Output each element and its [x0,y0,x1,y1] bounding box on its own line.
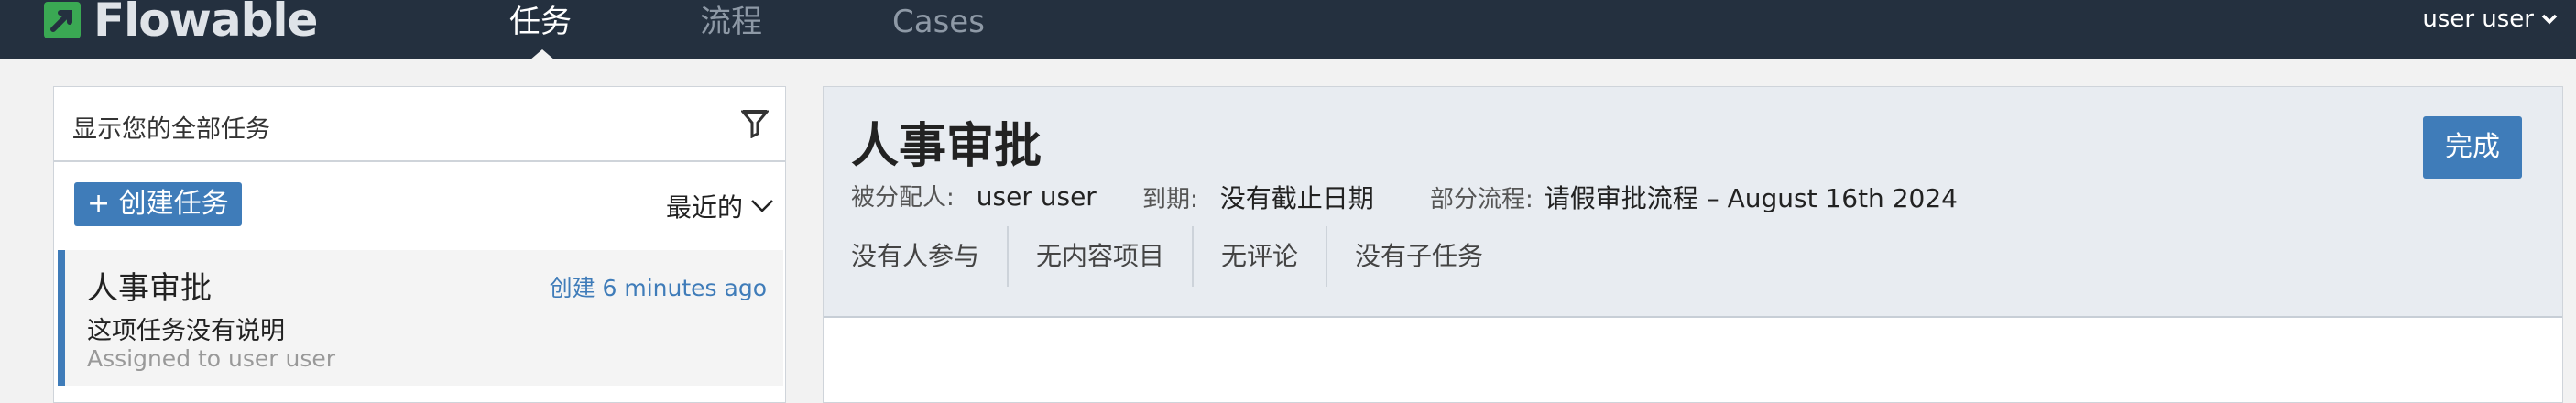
process-label: 部分流程: [1430,186,1534,213]
logo-text: Flowable [93,0,318,47]
task-item-assigned: Assigned to user user [87,345,336,372]
task-filter-label: 显示您的全部任务 [72,115,270,144]
task-item-title: 人事审批 [87,270,212,307]
detail-tabs: 没有人参与 无内容项目 无评论 没有子任务 [824,226,1511,287]
chevron-down-icon [751,200,773,212]
task-detail-title: 人事审批 [851,119,1042,174]
user-menu[interactable]: user user [2422,5,2558,33]
nav-tab-processes[interactable]: 流程 [700,0,762,48]
top-navbar: Flowable 任务 流程 Cases user user [0,0,2576,60]
flowable-logo[interactable]: Flowable [42,0,318,47]
assignee-value: user user [976,181,1097,212]
assignee-label: 被分配人: [851,184,955,212]
nav-tab-tasks[interactable]: 任务 [509,0,572,48]
create-task-button[interactable]: + 创建任务 [74,182,242,226]
user-name: user user [2422,5,2534,33]
process-value[interactable]: 请假审批流程 – August 16th 2024 [1545,183,1958,213]
task-detail-header: 人事审批 完成 被分配人: user user 到期: 没有截止日期 部分流程: 请假… [824,87,2562,318]
task-filter-bar[interactable]: 显示您的全部任务 [54,87,785,162]
flowable-logo-icon [44,2,81,38]
task-list-item[interactable]: 人事审批 创建 6 minutes ago 这项任务没有说明 Assigned … [58,250,783,386]
tab-comments[interactable]: 无评论 [1194,226,1328,287]
due-label: 到期: [1142,186,1198,213]
sort-label: 最近的 [665,192,743,223]
assignee-field[interactable]: 被分配人: user user [851,179,1097,212]
sort-dropdown[interactable]: 最近的 [666,188,774,224]
task-list-panel: 显示您的全部任务 + 创建任务 最近的 人事审批 创建 6 minutes ag… [53,86,786,403]
chevron-down-icon [2541,14,2558,25]
tab-content-items[interactable]: 无内容项目 [1009,226,1195,287]
task-item-description: 这项任务没有说明 [87,317,285,345]
active-tab-indicator [529,49,555,60]
due-value: 没有截止日期 [1219,183,1374,213]
due-date-field[interactable]: 到期: 没有截止日期 [1142,179,1374,215]
tab-participants[interactable]: 没有人参与 [824,226,1010,287]
process-field: 部分流程: 请假审批流程 – August 16th 2024 [1430,179,1958,215]
tab-subtasks[interactable]: 没有子任务 [1327,226,1511,287]
filter-icon[interactable] [741,109,769,138]
task-item-created: 创建 6 minutes ago [549,275,767,301]
nav-tab-cases[interactable]: Cases [892,0,985,48]
task-detail-panel: 人事审批 完成 被分配人: user user 到期: 没有截止日期 部分流程: 请假… [823,86,2563,403]
complete-button[interactable]: 完成 [2423,116,2522,179]
